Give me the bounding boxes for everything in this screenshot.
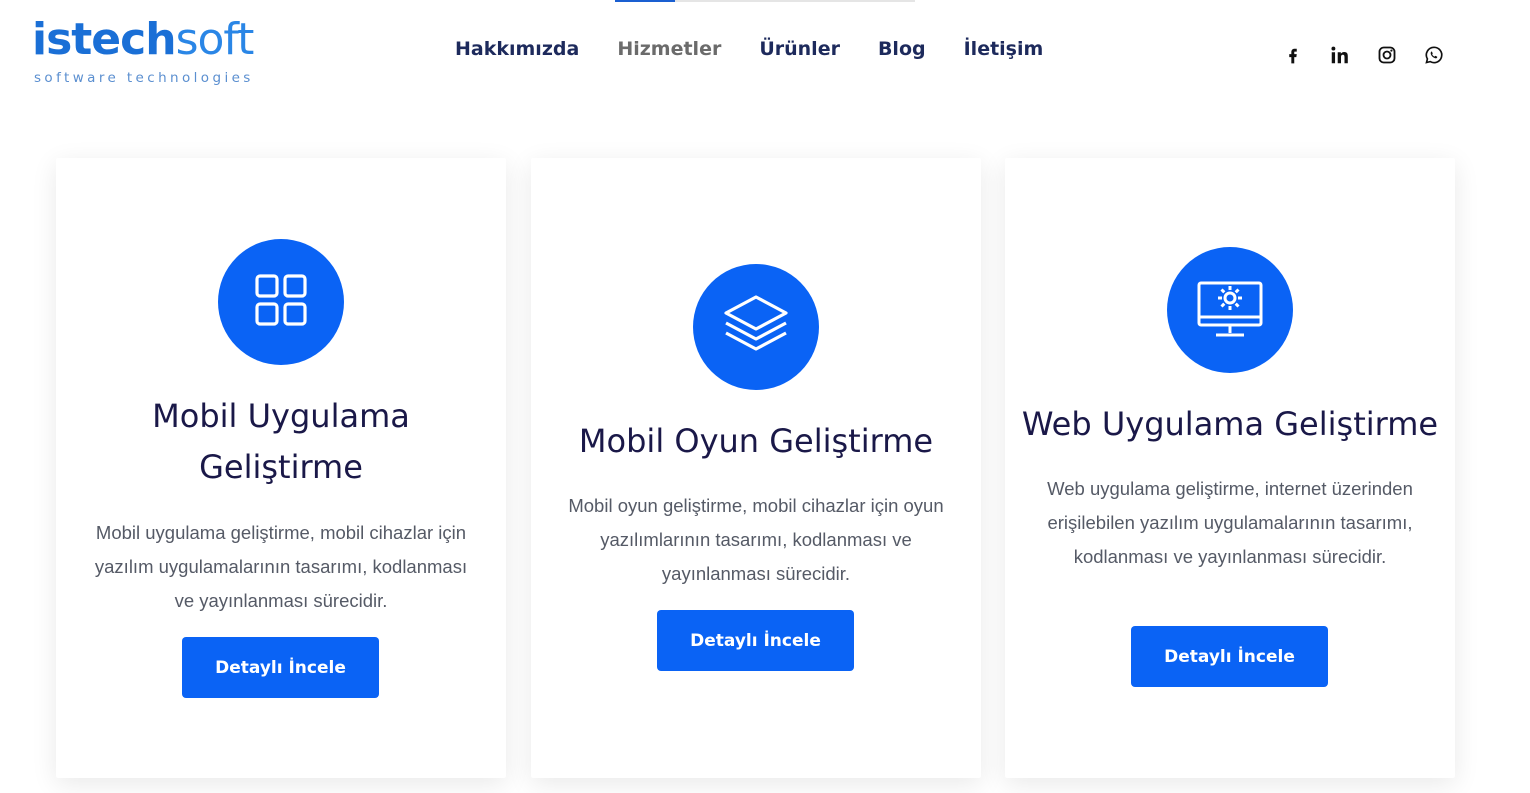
service-icon-circle [1167,247,1293,373]
brand-wordmark: istechsoft [32,18,254,62]
instagram-icon[interactable] [1374,42,1400,68]
service-description: Mobil oyun geliştirme, mobil cihazlar iç… [568,495,944,584]
social-links [1280,42,1468,68]
monitor-gear-icon [1196,275,1264,345]
layers-icon [722,293,790,361]
nav-item-hizmetler[interactable]: Hizmetler [617,38,721,60]
details-button[interactable]: Detaylı İncele [182,637,379,698]
brand-name-light: soft [175,14,255,65]
nav-item-iletisim[interactable]: İletişim [964,38,1044,60]
service-description: Mobil uygulama geliştirme, mobil cihazla… [94,522,468,611]
service-title: Web Uygulama Geliştirme [1021,405,1439,443]
details-button[interactable]: Detaylı İncele [657,610,854,671]
service-title: Mobil Uygulama Geliştirme [152,397,410,486]
grid-icon [253,272,309,332]
brand-tagline: software technologies [34,70,254,86]
site-header: istechsoft software technologies Hakkımı… [0,0,1530,110]
main-nav: Hakkımızda Hizmetler Ürünler Blog İletiş… [455,38,1081,60]
service-icon-circle [693,264,819,390]
linkedin-icon[interactable] [1327,42,1353,68]
facebook-icon[interactable] [1280,42,1306,68]
nav-item-hakkimizda[interactable]: Hakkımızda [455,38,579,60]
brand-logo[interactable]: istechsoft software technologies [32,18,282,90]
service-card-mobile-app: Mobil Uygulama Geliştirme Mobil uygulama… [56,158,506,778]
service-title: Mobil Oyun Geliştirme [578,422,934,460]
nav-item-urunler[interactable]: Ürünler [759,38,840,60]
brand-name-bold: istech [32,14,177,65]
service-card-mobile-game: Mobil Oyun Geliştirme Mobil oyun gelişti… [531,158,981,778]
service-description: Web uygulama geliştirme, internet üzerin… [1047,478,1413,567]
details-button[interactable]: Detaylı İncele [1131,626,1328,687]
whatsapp-icon[interactable] [1421,42,1447,68]
service-icon-circle [218,239,344,365]
nav-item-blog[interactable]: Blog [878,38,926,60]
service-card-web-app: Web Uygulama Geliştirme Web uygulama gel… [1005,158,1455,778]
